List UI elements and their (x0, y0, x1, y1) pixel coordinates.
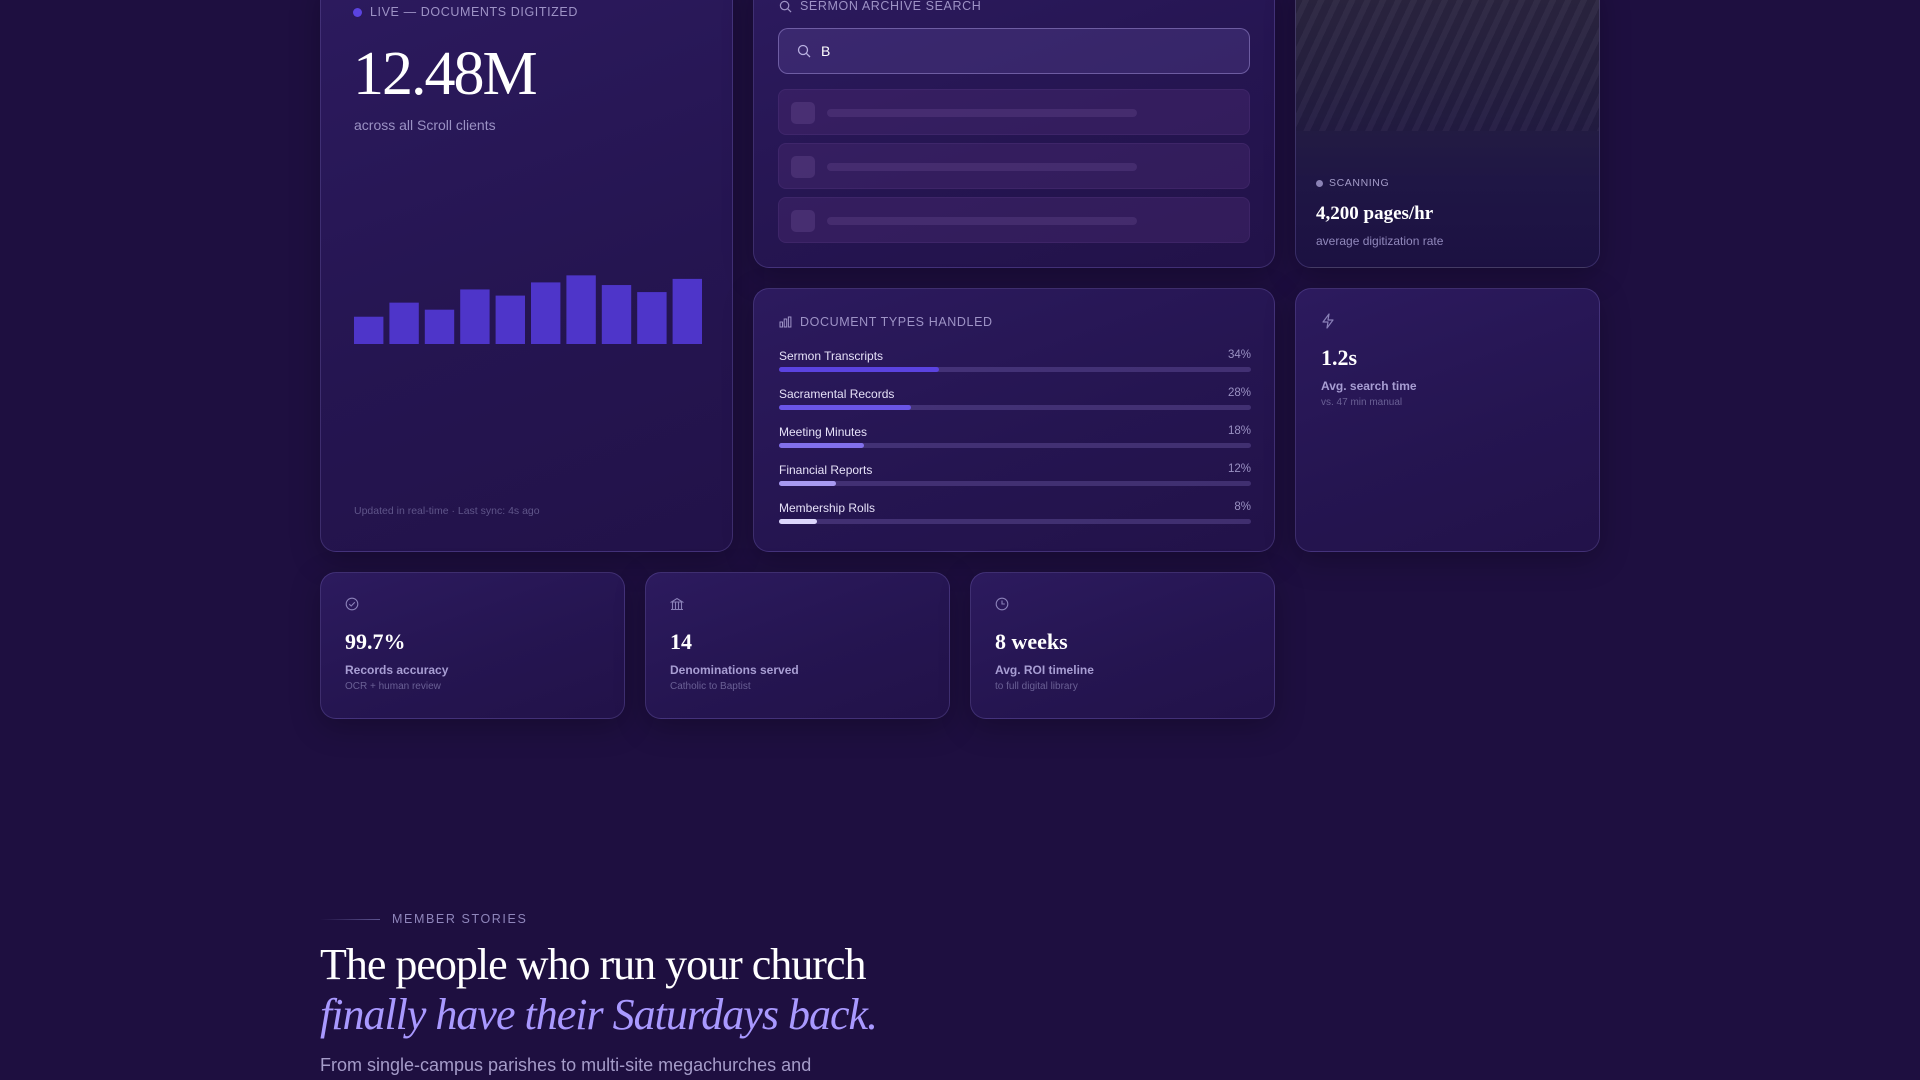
progress-track (779, 481, 1251, 486)
document-type-label: Sacramental Records (779, 387, 895, 401)
member-stories-eyebrow: MEMBER STORIES (320, 912, 527, 926)
document-type-row: Sermon Transcripts 34% (779, 349, 1251, 372)
roi-card: 8 weeks Avg. ROI timeline to full digita… (970, 572, 1275, 719)
document-types-card: DOCUMENT TYPES HANDLED Sermon Transcript… (753, 288, 1275, 552)
progress-fill (779, 481, 836, 486)
document-type-row: Membership Rolls 8% (779, 501, 1251, 524)
progress-track (779, 367, 1251, 372)
progress-fill (779, 405, 912, 410)
lightning-icon (1322, 313, 1334, 329)
document-type-percent: 8% (1234, 501, 1251, 513)
bar-chart-icon (779, 316, 792, 328)
document-type-label: Meeting Minutes (779, 425, 868, 439)
search-eyebrow: SERMON ARCHIVE SEARCH (779, 0, 981, 13)
scan-rate-value: 4,200 pages/hr (1316, 203, 1434, 224)
sermon-search-input[interactable] (821, 43, 1221, 59)
document-type-percent: 34% (1227, 349, 1251, 361)
search-time-sub: vs. 47 min manual (1321, 397, 1403, 408)
clock-icon (995, 597, 1009, 611)
progress-fill (779, 519, 817, 524)
search-time-value: 1.2s (1321, 345, 1358, 370)
sync-status: Updated in real-time · Last sync: 4s ago (354, 505, 540, 517)
chart-bar (460, 289, 490, 344)
scanning-dot (1316, 179, 1323, 187)
live-indicator-dot (353, 7, 362, 17)
member-stories-headline: The people who run your church finally h… (320, 940, 878, 1040)
denominations-value: 14 (670, 629, 692, 654)
chart-bar (566, 275, 596, 344)
search-time-card: 1.2s Avg. search time vs. 47 min manual (1295, 288, 1600, 552)
search-eyebrow-text: SERMON ARCHIVE SEARCH (800, 0, 982, 13)
roi-value: 8 weeks (995, 629, 1068, 654)
search-box[interactable] (778, 28, 1250, 74)
progress-track (779, 443, 1251, 448)
chart-bar (637, 292, 667, 344)
document-type-row: Sacramental Records 28% (779, 387, 1251, 410)
chart-bar (495, 295, 525, 344)
live-documents-card: LIVE — DOCUMENTS DIGITIZED 12.48M across… (320, 0, 733, 552)
search-icon (797, 44, 811, 58)
search-result-skeleton (778, 197, 1250, 243)
accuracy-sub: OCR + human review (345, 681, 441, 692)
document-type-label: Financial Reports (779, 463, 873, 477)
search-result-skeleton (778, 143, 1250, 189)
progress-track (779, 519, 1251, 524)
chart-bar (389, 302, 419, 344)
documents-caption: across all Scroll clients (354, 117, 496, 133)
document-type-label: Sermon Transcripts (779, 349, 884, 363)
chart-bar (601, 285, 632, 344)
types-eyebrow-text: DOCUMENT TYPES HANDLED (800, 315, 993, 329)
scan-rate-caption: average digitization rate (1316, 234, 1444, 248)
document-type-percent: 12% (1227, 463, 1251, 475)
sermon-search-card: SERMON ARCHIVE SEARCH (753, 0, 1275, 268)
headline-main: The people who run your church (320, 940, 866, 989)
digitization-bar-chart (354, 275, 702, 344)
live-eyebrow-text: LIVE — DOCUMENTS DIGITIZED (370, 5, 578, 19)
types-eyebrow: DOCUMENT TYPES HANDLED (779, 315, 993, 329)
roi-sub: to full digital library (995, 681, 1078, 692)
documents-digitized-value: 12.48M (353, 40, 538, 108)
search-time-label: Avg. search time (1321, 379, 1417, 393)
accuracy-card: 99.7% Records accuracy OCR + human revie… (320, 572, 625, 719)
member-stories-paragraph: From single-campus parishes to multi-sit… (320, 1055, 812, 1075)
scanner-image (1296, 0, 1599, 131)
chart-bar (531, 282, 561, 344)
search-icon (779, 0, 792, 12)
progress-track (779, 405, 1251, 410)
document-type-label: Membership Rolls (779, 501, 876, 515)
document-type-row: Meeting Minutes 18% (779, 425, 1251, 448)
accuracy-label: Records accuracy (345, 663, 449, 677)
eyebrow-divider (320, 918, 380, 920)
progress-fill (779, 367, 940, 372)
live-eyebrow: LIVE — DOCUMENTS DIGITIZED (353, 5, 578, 19)
church-icon (670, 597, 684, 611)
chart-bar (672, 278, 702, 344)
scanning-eyebrow-text: SCANNING (1329, 177, 1390, 189)
chart-bar (354, 316, 384, 344)
scanning-card: SCANNING 4,200 pages/hr average digitiza… (1295, 0, 1600, 268)
chart-bar (424, 309, 455, 344)
document-type-row: Financial Reports 12% (779, 463, 1251, 486)
denominations-label: Denominations served (670, 663, 799, 677)
check-circle-icon (345, 597, 359, 611)
accuracy-value: 99.7% (345, 629, 406, 654)
progress-fill (779, 443, 864, 448)
headline-emphasis: finally have their Saturdays back. (320, 990, 878, 1039)
scanning-eyebrow: SCANNING (1316, 177, 1389, 189)
denominations-card: 14 Denominations served Catholic to Bapt… (645, 572, 950, 719)
search-result-skeleton (778, 89, 1250, 135)
roi-label: Avg. ROI timeline (995, 663, 1094, 677)
document-type-percent: 18% (1227, 425, 1251, 437)
denominations-sub: Catholic to Baptist (670, 681, 751, 692)
member-stories-label: MEMBER STORIES (392, 912, 528, 926)
document-type-percent: 28% (1227, 387, 1251, 399)
